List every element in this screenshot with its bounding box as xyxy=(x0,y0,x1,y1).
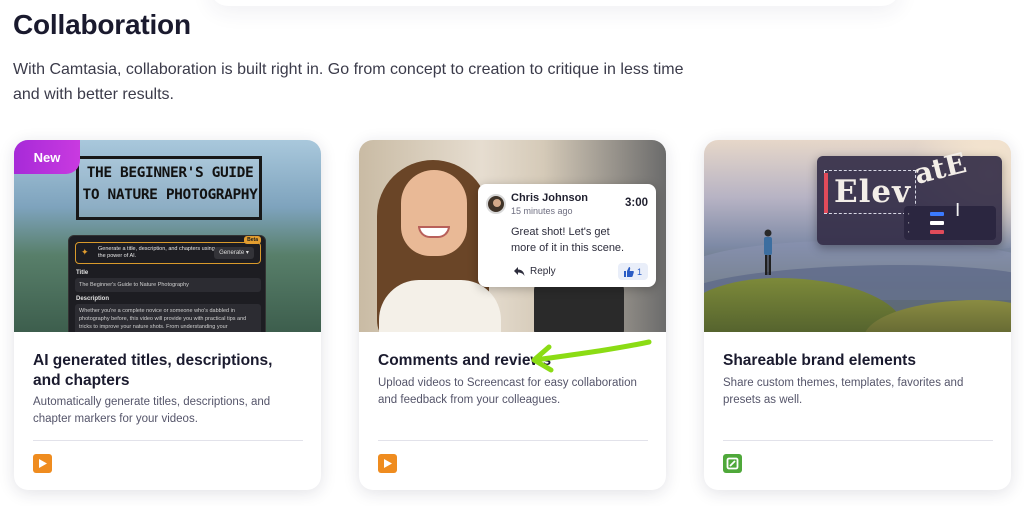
card-thumbnail: THE BEGINNER'S GUIDE TO NATURE PHOTOGRAP… xyxy=(14,140,321,332)
beta-badge: Beta xyxy=(244,236,261,244)
section-heading: Collaboration xyxy=(13,9,191,40)
comment-text: Great shot! Let's get more of it in this… xyxy=(511,226,625,254)
snagit-green-icon xyxy=(723,454,742,473)
feature-card-brand[interactable]: Elev atE ▪ ▪ ▪ I Shareable brand element… xyxy=(704,140,1011,490)
description-label: Description xyxy=(76,296,110,302)
camera-gear xyxy=(534,280,624,332)
card-divider xyxy=(723,440,993,441)
card-title: AI generated titles, descriptions, and c… xyxy=(33,352,273,389)
title-label: Title xyxy=(76,270,89,276)
red-accent-bar xyxy=(824,173,828,213)
ai-generate-panel: ✦ Generate a title, description, and cha… xyxy=(68,235,266,332)
card-divider xyxy=(378,440,648,441)
comment-timestamp: 3:00 xyxy=(624,197,648,209)
comment-popup: Chris Johnson 15 minutes ago 3:00 Great … xyxy=(478,184,656,287)
feature-card-ai-titles[interactable]: THE BEGINNER'S GUIDE TO NATURE PHOTOGRAP… xyxy=(14,140,321,490)
thumbs-up-icon xyxy=(623,266,634,277)
avatar xyxy=(486,194,506,214)
like-button: 1 xyxy=(618,263,648,280)
title-field: The Beginner's Guide to Nature Photograp… xyxy=(75,278,261,292)
card-description: Share custom themes, templates, favorite… xyxy=(723,377,964,406)
ai-generate-box: ✦ Generate a title, description, and cha… xyxy=(75,236,261,264)
style-controls: ▪ ▪ ▪ xyxy=(904,206,996,240)
card-description: Automatically generate titles, descripti… xyxy=(33,396,271,425)
reply-button: Reply xyxy=(514,266,556,277)
thumbnail-headline: THE BEGINNER'S GUIDE TO NATURE PHOTOGRAP… xyxy=(82,165,258,203)
card-divider xyxy=(33,440,303,441)
top-nav-shadow xyxy=(210,0,900,6)
ai-generate-text: Generate a title, description, and chapt… xyxy=(98,246,215,259)
text-cursor-icon: I xyxy=(955,200,961,221)
woman-face xyxy=(401,170,467,256)
feature-card-comments[interactable]: Chris Johnson 15 minutes ago 3:00 Great … xyxy=(359,140,666,490)
card-title: Shareable brand elements xyxy=(723,352,916,369)
woman-body xyxy=(379,280,501,332)
comment-author: Chris Johnson xyxy=(511,192,589,204)
comment-time: 15 minutes ago xyxy=(511,206,573,216)
card-description: Upload videos to Screencast for easy col… xyxy=(378,377,637,406)
section-intro: With Camtasia, collaboration is built ri… xyxy=(13,61,684,103)
card-thumbnail: Chris Johnson 15 minutes ago 3:00 Great … xyxy=(359,140,666,332)
camtasia-orange-play-icon xyxy=(378,454,397,473)
hiker-figure xyxy=(764,229,772,275)
green-arrow-annotation xyxy=(531,339,652,373)
new-badge: New xyxy=(14,140,80,174)
sparkle-icon: ✦ xyxy=(81,247,89,257)
description-field: Whether you're a complete novice or some… xyxy=(75,304,261,332)
card-thumbnail: Elev atE ▪ ▪ ▪ I xyxy=(704,140,1011,332)
elevate-text: Elev xyxy=(834,174,912,210)
reply-icon xyxy=(514,267,525,276)
generate-button: Generate ▾ xyxy=(214,247,254,259)
camtasia-orange-play-icon xyxy=(33,454,52,473)
